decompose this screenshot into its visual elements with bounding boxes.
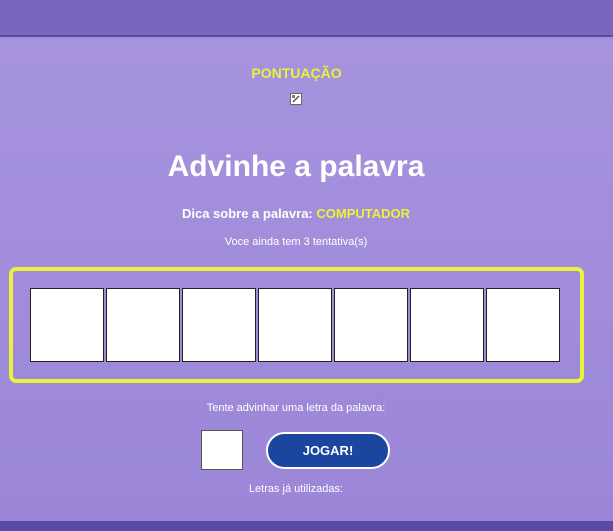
used-letters-caption: Letras já utilizadas: [248, 483, 344, 495]
page-title: Advinhe a palavra [167, 150, 425, 183]
bottom-bar [0, 521, 613, 531]
letter-slot [258, 288, 332, 362]
score-label: PONTUAÇÃO [251, 65, 342, 81]
broken-image-icon [290, 93, 302, 105]
guess-prompt: Tente advinhar uma letra da palavra: [206, 402, 386, 414]
top-bar [0, 0, 613, 37]
letter-slot [334, 288, 408, 362]
letter-input[interactable] [201, 430, 243, 470]
hint-value: COMPUTADOR [316, 206, 411, 221]
letter-slot [410, 288, 484, 362]
letter-slot [106, 288, 180, 362]
attempts-remaining: Voce ainda tem 3 tentativa(s) [224, 236, 368, 248]
play-button[interactable]: JOGAR! [266, 432, 390, 469]
used-letters-label: Letras já utilizadas: [0, 483, 592, 495]
letter-slot [30, 288, 104, 362]
letter-slot [486, 288, 560, 362]
hint-label: Dica sobre a palavra: [181, 206, 313, 221]
letter-slots [30, 288, 560, 362]
hint-line: Dica sobre a palavra: COMPUTADOR [0, 206, 592, 221]
letter-slot [182, 288, 256, 362]
